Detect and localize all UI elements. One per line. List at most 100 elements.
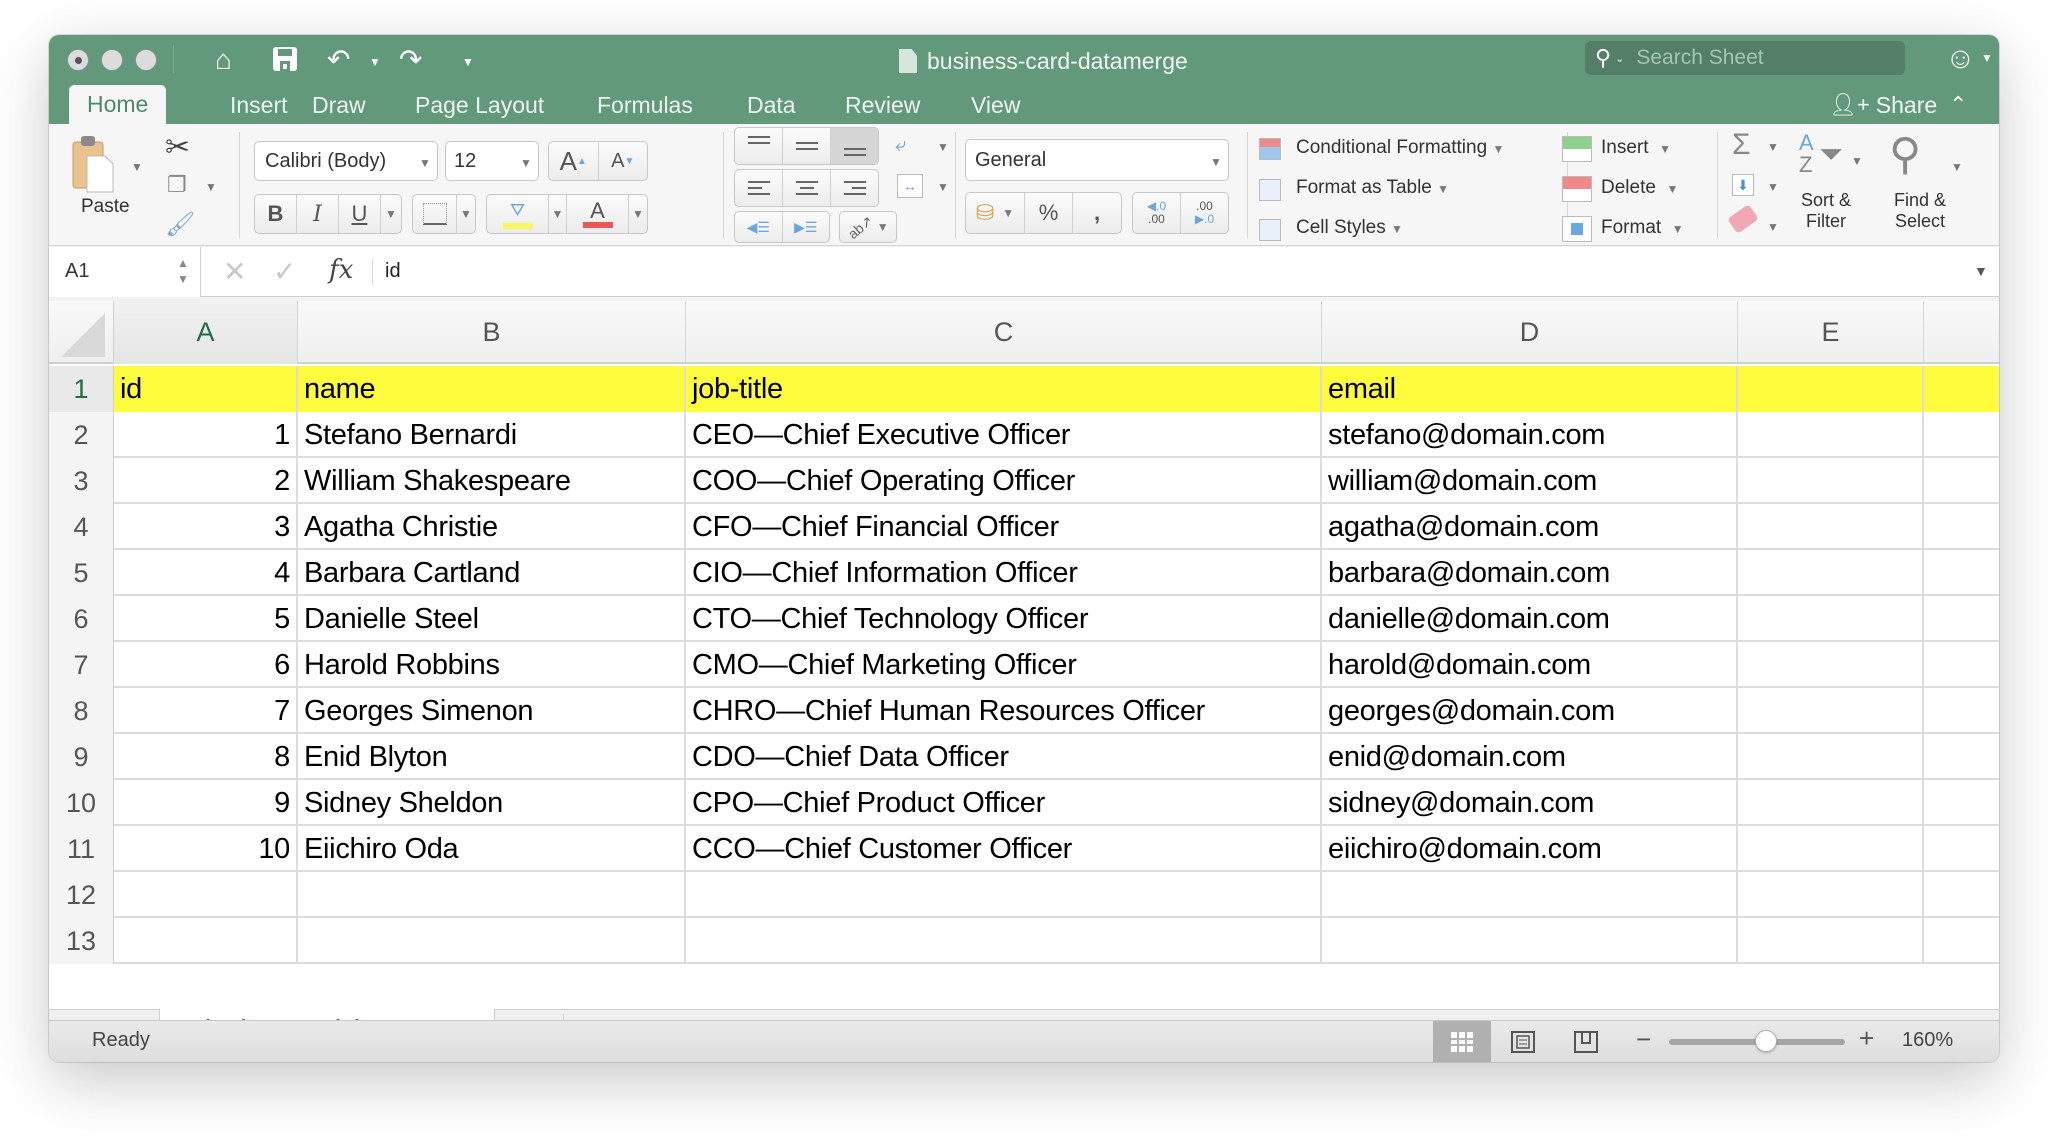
cell-f11[interactable] (1924, 826, 1999, 872)
feedback-dropdown-icon[interactable]: ▼ (1981, 51, 1993, 65)
underline-dropdown[interactable]: ▼ (381, 195, 401, 233)
column-header-a[interactable]: A (114, 301, 298, 364)
tab-view[interactable]: View (953, 86, 1038, 124)
tab-insert[interactable]: Insert (212, 86, 306, 124)
cell-d13[interactable] (1322, 918, 1738, 964)
row-header[interactable]: 9 (49, 734, 114, 780)
cell-e5[interactable] (1738, 550, 1924, 596)
cell-d10[interactable]: sidney@domain.com (1322, 780, 1738, 826)
cell-f8[interactable] (1924, 688, 1999, 734)
cell-a8[interactable]: 7 (114, 688, 298, 734)
cell-e12[interactable] (1738, 872, 1924, 918)
increase-indent-button[interactable]: ▶☰ (783, 212, 830, 242)
borders-dropdown[interactable]: ▼ (457, 195, 475, 233)
cell-d5[interactable]: barbara@domain.com (1322, 550, 1738, 596)
merge-cells-icon[interactable]: ↔ (897, 174, 923, 198)
insert-function-button[interactable]: fx (329, 255, 353, 285)
cell-e3[interactable] (1738, 458, 1924, 504)
cell-c5[interactable]: CIO—Chief Information Officer (686, 550, 1322, 596)
fill-color-dropdown[interactable]: ▼ (549, 195, 567, 233)
accounting-format-button[interactable]: ⛁ ▼ (966, 193, 1025, 233)
cell-c12[interactable] (686, 872, 1322, 918)
underline-button[interactable]: U (339, 195, 381, 233)
expand-formula-bar-icon[interactable]: ▼ (1974, 263, 1988, 279)
cell-a10[interactable]: 9 (114, 780, 298, 826)
format-painter-icon[interactable]: 🖌︎ (165, 210, 195, 239)
cell-e13[interactable] (1738, 918, 1924, 964)
search-sheet-input[interactable] (1636, 46, 1877, 70)
sort-filter-icon[interactable]: A Z ⏷ ▼ (1799, 130, 1863, 182)
cell-d3[interactable]: william@domain.com (1322, 458, 1738, 504)
cell-d7[interactable]: harold@domain.com (1322, 642, 1738, 688)
find-select-button[interactable]: Find & Select (1894, 190, 1946, 232)
format-as-table-button[interactable]: Format as Table ▼ (1296, 177, 1449, 199)
column-header-b[interactable]: B (298, 301, 686, 364)
cell-a5[interactable]: 4 (114, 550, 298, 596)
copy-dropdown-icon[interactable]: ▼ (205, 180, 217, 194)
cell-e8[interactable] (1738, 688, 1924, 734)
font-color-button[interactable]: A (567, 195, 629, 233)
cell-d8[interactable]: georges@domain.com (1322, 688, 1738, 734)
column-header-d[interactable]: D (1322, 301, 1738, 364)
cell-f13[interactable] (1924, 918, 1999, 964)
cell-c13[interactable] (686, 918, 1322, 964)
increase-decimal-button[interactable]: ◀.0.00 (1133, 193, 1181, 233)
feedback-smiley-icon[interactable]: ☺ (1945, 43, 1976, 75)
cell-b3[interactable]: William Shakespeare (298, 458, 686, 504)
cell-e11[interactable] (1738, 826, 1924, 872)
normal-view-button[interactable] (1433, 1021, 1491, 1062)
cell-c7[interactable]: CMO—Chief Marketing Officer (686, 642, 1322, 688)
page-layout-view-button[interactable] (1494, 1021, 1552, 1062)
cell-d1[interactable]: email (1322, 366, 1738, 412)
orientation-button[interactable]: ab↗ ▼ (839, 211, 897, 243)
cell-a3[interactable]: 2 (114, 458, 298, 504)
column-header-e[interactable]: E (1738, 301, 1924, 364)
cell-c8[interactable]: CHRO—Chief Human Resources Officer (686, 688, 1322, 734)
cell-b5[interactable]: Barbara Cartland (298, 550, 686, 596)
row-header[interactable]: 13 (49, 918, 114, 964)
font-name-select[interactable]: Calibri (Body) ▼ (254, 141, 438, 181)
formula-input[interactable]: id (385, 260, 401, 283)
wrap-text-icon[interactable]: ⤶ (895, 134, 906, 157)
minimize-window-button[interactable] (101, 49, 123, 71)
cell-d9[interactable]: enid@domain.com (1322, 734, 1738, 780)
worksheet-grid[interactable]: ABCDE 1 id name job-title email 2 1 Stefano Ber… (49, 301, 1999, 1009)
decrease-indent-button[interactable]: ◀☰ (735, 212, 783, 242)
confirm-edit-icon[interactable]: ✓ (273, 255, 296, 288)
cell-e1[interactable] (1738, 366, 1924, 412)
paste-button[interactable]: Paste (81, 196, 130, 218)
search-options-icon[interactable]: ⌄ (1615, 52, 1624, 65)
home-icon[interactable]: ⌂ (215, 43, 232, 77)
merge-dropdown-icon[interactable]: ▼ (937, 180, 949, 194)
cell-b11[interactable]: Eiichiro Oda (298, 826, 686, 872)
cell-d6[interactable]: danielle@domain.com (1322, 596, 1738, 642)
cell-f10[interactable] (1924, 780, 1999, 826)
cell-a12[interactable] (114, 872, 298, 918)
cell-e10[interactable] (1738, 780, 1924, 826)
copy-icon[interactable]: ❐ (167, 172, 187, 198)
fill-color-button[interactable]: ⛛ (487, 195, 549, 233)
cell-f1[interactable] (1924, 366, 1999, 412)
column-header-c[interactable]: C (686, 301, 1322, 364)
name-box-stepper-icon[interactable]: ▲ ▼ (177, 255, 189, 287)
clear-dropdown-icon[interactable]: ▼ (1767, 220, 1779, 234)
cell-a4[interactable]: 3 (114, 504, 298, 550)
find-magnifier-icon[interactable]: ⚲ (1889, 130, 1921, 180)
cell-a6[interactable]: 5 (114, 596, 298, 642)
cell-b1[interactable]: name (298, 366, 686, 412)
delete-cells-button[interactable]: Delete ▼ (1601, 177, 1678, 199)
autosum-icon[interactable]: Σ (1732, 128, 1751, 162)
cell-b2[interactable]: Stefano Bernardi (298, 412, 686, 458)
clear-eraser-icon[interactable] (1727, 204, 1759, 234)
cell-c1[interactable]: job-title (686, 366, 1322, 412)
zoom-in-button[interactable]: + (1859, 1023, 1874, 1054)
search-sheet-field[interactable]: ⚲ ⌄ (1585, 41, 1905, 75)
cell-f7[interactable] (1924, 642, 1999, 688)
cell-b10[interactable]: Sidney Sheldon (298, 780, 686, 826)
cell-a9[interactable]: 8 (114, 734, 298, 780)
increase-font-size-button[interactable]: A ▲ (549, 142, 599, 180)
insert-cells-button[interactable]: Insert ▼ (1601, 137, 1671, 159)
paste-icon[interactable] (71, 134, 117, 194)
align-right-button[interactable] (831, 170, 878, 206)
fill-dropdown-icon[interactable]: ▼ (1767, 180, 1779, 194)
